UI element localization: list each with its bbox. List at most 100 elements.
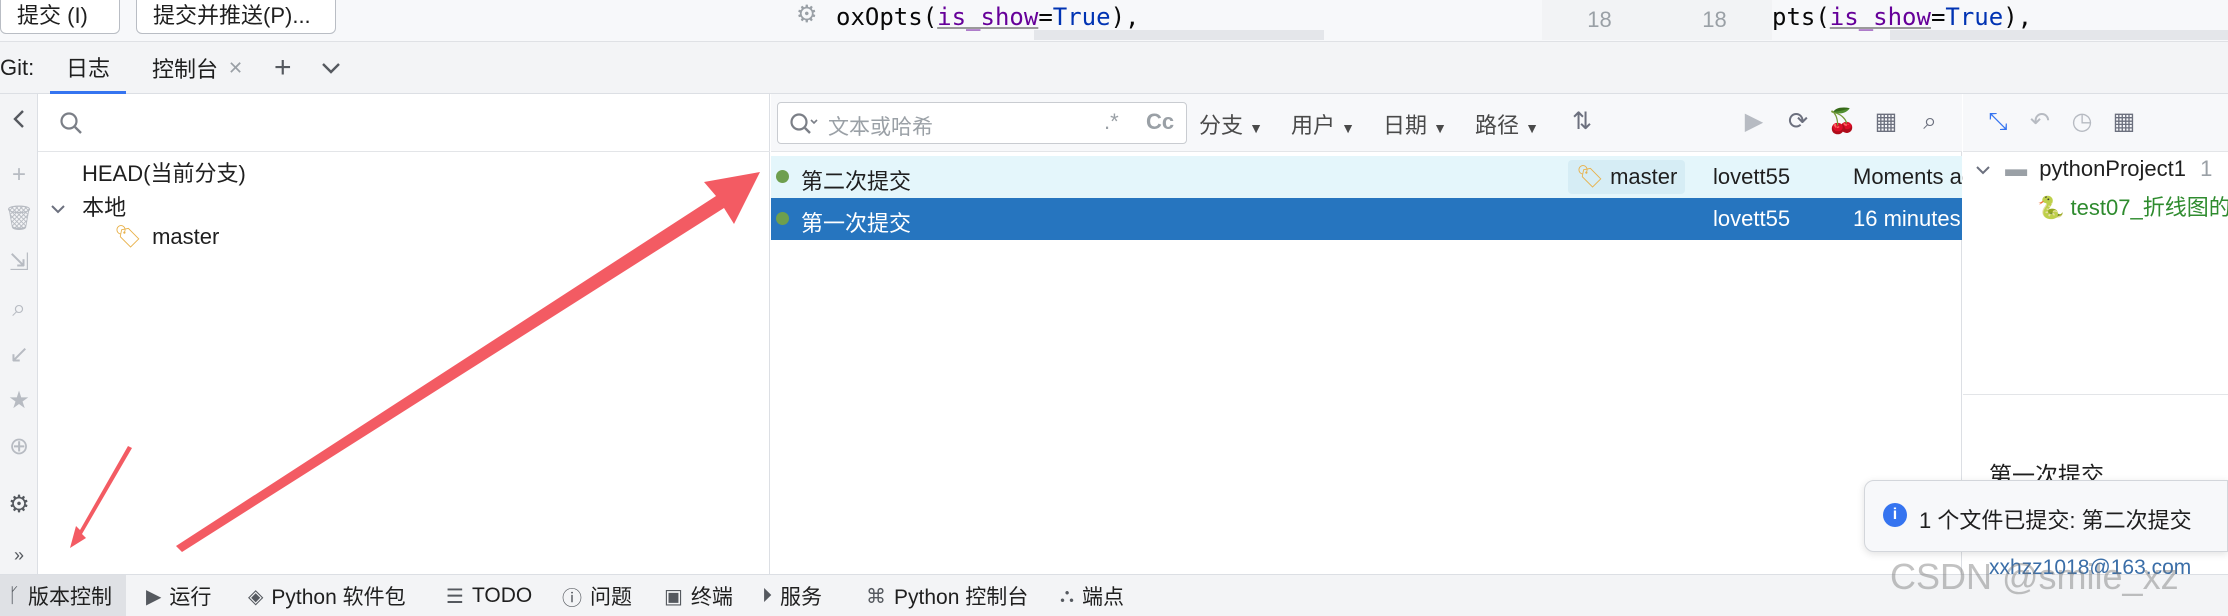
tag-icon: 🏷 [1576, 164, 1604, 189]
commit-row-selected[interactable]: 第一次提交 lovett55 16 minutes ago [771, 198, 2003, 240]
branch-search-input[interactable] [38, 94, 770, 152]
tab-python-packages-label: Python 软件包 [271, 586, 406, 609]
changed-file-item[interactable]: 🐍 test07_折线图的 [2037, 190, 2228, 222]
editor-right-code: pts(is_show = True), [1772, 0, 2032, 34]
add-icon[interactable]: + [4, 160, 34, 190]
commit-author: lovett55 [1713, 164, 1791, 189]
horizontal-scrollbar[interactable] [1034, 30, 1324, 40]
tab-terminal[interactable]: ▣ 终端 [664, 575, 733, 616]
tab-console[interactable]: 控制台 ✕ [136, 42, 259, 94]
details-toolbar: ⤡ ↶ ◷ ▦ [1963, 94, 2228, 152]
chevron-down-icon[interactable] [48, 199, 68, 219]
chevron-down-icon[interactable] [1973, 160, 1993, 180]
tag-icon: 🏷 [114, 224, 142, 249]
regex-toggle[interactable]: .* [1104, 109, 1119, 135]
ref-badge: 🏷 master [1568, 160, 1686, 194]
settings-gear-icon[interactable]: ⚙ [4, 490, 34, 520]
branch-name-label: master [152, 224, 220, 249]
info-icon: i [1883, 503, 1907, 527]
compare-icon[interactable]: ⤡ [1983, 106, 2013, 138]
merge-icon[interactable]: ⇲ [4, 248, 34, 278]
match-case-toggle[interactable]: Cc [1146, 109, 1174, 135]
add-tab-icon[interactable]: + [274, 42, 292, 94]
project-file-count: 1 [2200, 156, 2213, 181]
target-icon[interactable]: ⊕ [4, 432, 34, 462]
tab-log[interactable]: 日志 [50, 42, 127, 94]
filter-user-label: 用户 [1291, 113, 1336, 138]
commit-push-button-label: 提交并推送(P)... [153, 3, 311, 28]
tab-python-console[interactable]: ⌘ Python 控制台 [866, 575, 1028, 616]
terminal-icon: ▣ [664, 585, 683, 608]
chevron-down-icon[interactable] [320, 42, 342, 94]
view-options-icon[interactable]: ▦ [1871, 106, 1901, 138]
tab-services[interactable]: ⏵ 服务 [762, 575, 822, 616]
tab-todo[interactable]: ☰ TODO [446, 575, 532, 616]
changed-files-project-node[interactable]: ▬ pythonProject1 1 [1973, 156, 2212, 182]
diff-gutter: 18 18 [1542, 0, 1772, 40]
tab-python-packages[interactable]: ◈ Python 软件包 [248, 575, 406, 616]
sort-icon[interactable]: ⇅ [1567, 106, 1597, 138]
log-toolbar: 文本或哈希 .* Cc 分支 ▼ 用户 ▼ 日期 ▼ 路径 ▼ ⇅ ▶ ⟳ 🍒 … [771, 94, 1962, 152]
gear-icon[interactable]: ⚙ [796, 0, 826, 30]
commit-log-panel: 文本或哈希 .* Cc 分支 ▼ 用户 ▼ 日期 ▼ 路径 ▼ ⇅ ▶ ⟳ 🍒 … [771, 94, 2003, 574]
code-param: is_show [1829, 3, 1931, 31]
expand-more-icon[interactable]: » [4, 540, 34, 570]
find-icon[interactable]: ⌕ [1915, 106, 1945, 138]
revert-icon[interactable]: ↶ [2025, 106, 2055, 138]
star-icon[interactable]: ★ [4, 386, 34, 416]
horizontal-scrollbar-right[interactable] [1890, 30, 2228, 40]
search-icon [60, 112, 82, 134]
branch-item-master[interactable]: 🏷 master [114, 224, 219, 250]
notification-balloon[interactable]: i 1 个文件已提交: 第二次提交 [1864, 480, 2228, 552]
filter-date-label: 日期 [1383, 113, 1428, 138]
filter-path[interactable]: 路径 ▼ [1475, 108, 1539, 140]
commit-button-label: 提交 (I) [17, 3, 88, 28]
filter-date[interactable]: 日期 ▼ [1383, 108, 1447, 140]
filter-branch[interactable]: 分支 ▼ [1199, 108, 1263, 140]
log-search-input[interactable]: 文本或哈希 .* Cc [777, 102, 1187, 144]
packages-icon: ◈ [248, 585, 264, 608]
head-branch-item[interactable]: HEAD(当前分支) [82, 156, 246, 188]
git-prefix-label: Git: [0, 55, 35, 80]
cherry-pick-icon[interactable]: 🍒 [1827, 106, 1857, 138]
tab-problems[interactable]: ⓘ 问题 [562, 575, 632, 616]
close-icon[interactable]: ✕ [228, 58, 243, 79]
commit-row[interactable]: 第二次提交 🏷 master lovett55 Moments ago [771, 156, 1986, 198]
search-placeholder: 文本或哈希 [828, 116, 933, 139]
code-keyword: True [1052, 3, 1111, 31]
commit-graph-node [776, 170, 789, 183]
commit-button[interactable]: 提交 (I) [0, 0, 120, 34]
python-console-icon: ⌘ [866, 585, 886, 608]
collapse-arrow-icon[interactable] [4, 104, 34, 134]
left-toolbar: + 🗑 ⇲ ⌕ ↙ ★ ⊕ ⚙ » [0, 94, 38, 574]
tab-version-control[interactable]: ᚴ 版本控制 [0, 575, 126, 616]
dropdown-arrow-icon: ▼ [1341, 120, 1355, 136]
todo-icon: ☰ [446, 585, 464, 608]
search-icon[interactable]: ⌕ [4, 294, 34, 324]
code-keyword: True [1945, 3, 2004, 31]
folder-icon: ▬ [2005, 156, 2028, 181]
refresh-icon[interactable]: ⟳ [1783, 106, 1813, 138]
tab-console-label: 控制台 [152, 57, 219, 82]
play-icon[interactable]: ▶ [1739, 106, 1769, 138]
git-tool-window-header: Git: 日志 控制台 ✕ + [0, 42, 2228, 94]
grid-options-icon[interactable]: ▦ [2109, 106, 2139, 138]
history-icon[interactable]: ◷ [2067, 106, 2097, 138]
commit-message: 第一次提交 [801, 211, 912, 236]
delete-icon[interactable]: 🗑 [4, 204, 34, 234]
filter-user[interactable]: 用户 ▼ [1291, 108, 1355, 140]
tab-python-console-label: Python 控制台 [894, 586, 1029, 609]
code-text: oxOpts( [836, 3, 938, 31]
line-number-right: 18 [1702, 7, 1727, 32]
commit-push-button[interactable]: 提交并推送(P)... [136, 0, 336, 34]
tab-services-label: 服务 [780, 586, 822, 609]
python-file-icon: 🐍 [2037, 195, 2065, 220]
project-name: pythonProject1 [2039, 156, 2187, 181]
dropdown-arrow-icon: ▼ [1433, 120, 1447, 136]
tab-run[interactable]: ▶ 运行 [146, 575, 211, 616]
tab-endpoints[interactable]: ⛬ 端点 [1060, 575, 1124, 616]
changed-file-name: test07_折线图的 [2070, 195, 2228, 220]
local-branches-node[interactable]: 本地 [48, 190, 126, 222]
divider [1963, 394, 2228, 395]
update-icon[interactable]: ↙ [4, 340, 34, 370]
